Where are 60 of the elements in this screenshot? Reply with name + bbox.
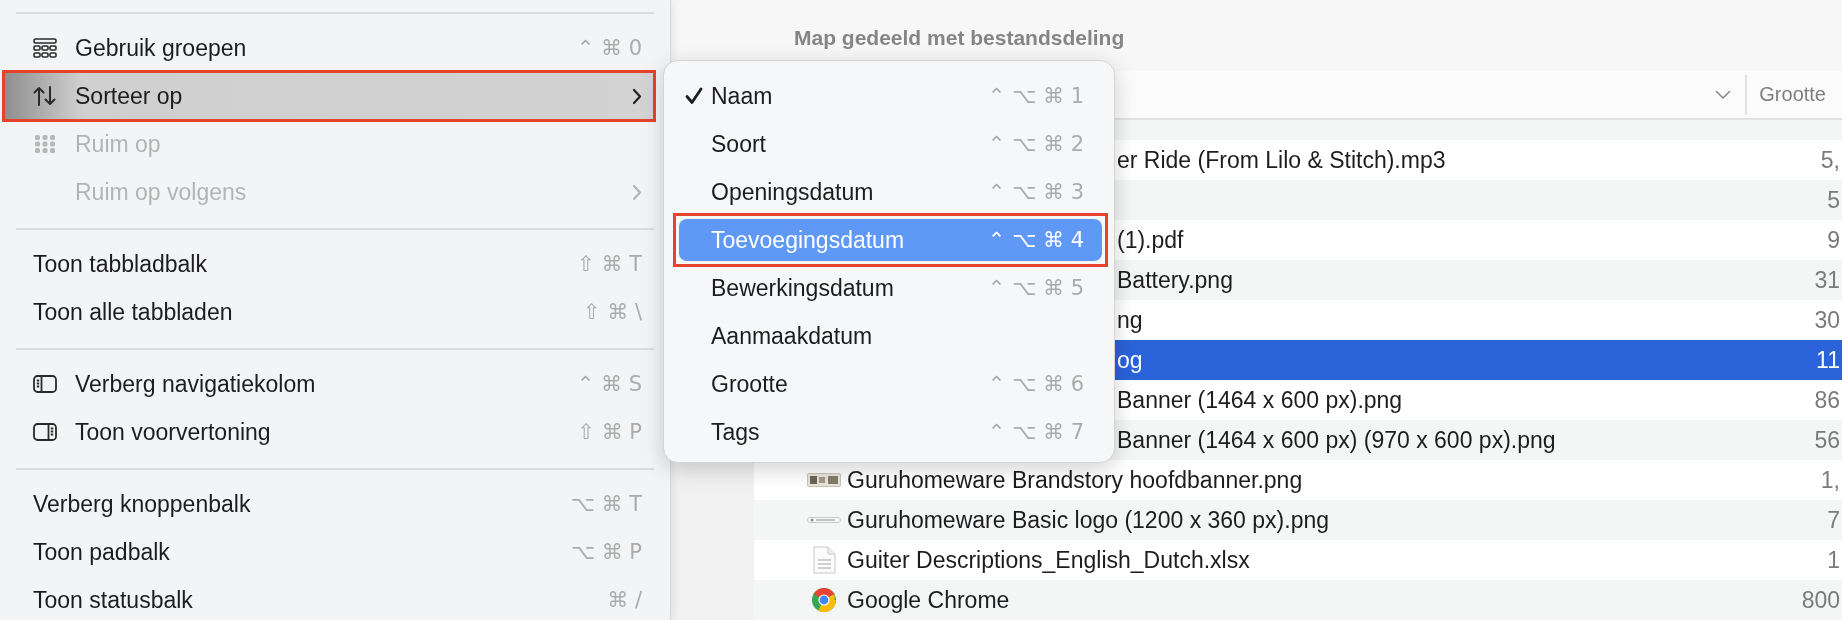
menu-item[interactable]: Verberg knoppenbalk ⌥ ⌘ T xyxy=(4,480,654,528)
file-name: Google Chrome xyxy=(847,586,1010,614)
file-size: 86 xyxy=(1814,386,1841,414)
file-name: Banner (1464 x 600 px) (970 x 600 px).png xyxy=(1117,426,1556,454)
keyboard-shortcut: ⌥ ⌘ T xyxy=(570,492,642,516)
file-size: 7 xyxy=(1827,506,1841,534)
sort-icon xyxy=(33,86,57,106)
keyboard-shortcut: ⌃ ⌘ S xyxy=(576,372,642,396)
menu-item[interactable]: Gebruik groepen ⌃ ⌘ 0 xyxy=(4,24,654,72)
keyboard-shortcut: ⌃ ⌥ ⌘ 7 xyxy=(987,420,1084,444)
menu-item[interactable]: Toon voorvertoning ⇧ ⌘ P xyxy=(4,408,654,456)
keyboard-shortcut: ⌃ ⌥ ⌘ 1 xyxy=(987,84,1084,108)
file-size: 5 xyxy=(1827,186,1841,214)
file-size: 9 xyxy=(1827,226,1841,254)
table-row[interactable]: Guruhomeware Basic logo (1200 x 360 px).png 7 xyxy=(754,500,1842,540)
file-name: (1).pdf xyxy=(1117,226,1184,254)
folder-title: Map gedeeld met bestandsdeling xyxy=(671,0,1842,72)
file-size: 30 xyxy=(1814,306,1841,334)
file-size: 5, xyxy=(1820,146,1841,174)
menu-item[interactable]: Verberg navigatiekolom ⌃ ⌘ S xyxy=(4,360,654,408)
keyboard-shortcut: ⌃ ⌥ ⌘ 3 xyxy=(987,180,1084,204)
keyboard-shortcut: ⌃ ⌘ 0 xyxy=(576,36,642,60)
menu-item[interactable]: Toon padbalk ⌥ ⌘ P xyxy=(4,528,654,576)
grid-icon xyxy=(33,134,57,154)
menu-item[interactable]: Toon statusbalk ⌘ / xyxy=(4,576,654,620)
file-name: ng xyxy=(1117,306,1143,334)
file-size: 31 xyxy=(1814,266,1841,294)
file-size: 56 xyxy=(1814,426,1841,454)
file-name: Battery.png xyxy=(1117,266,1233,294)
keyboard-shortcut: ⇧ ⌘ T xyxy=(577,252,642,276)
keyboard-shortcut: ⌥ ⌘ P xyxy=(570,540,642,564)
menu-item[interactable]: Sorteer op xyxy=(4,72,654,120)
file-size: 11 xyxy=(1816,346,1841,374)
thumbnail-icon xyxy=(807,517,841,523)
thumbnail-icon xyxy=(807,473,841,487)
file-size: 1, xyxy=(1820,466,1841,494)
keyboard-shortcut: ⌃ ⌥ ⌘ 4 xyxy=(987,228,1084,252)
keyboard-shortcut: ⌃ ⌥ ⌘ 5 xyxy=(987,276,1084,300)
chevron-down-icon xyxy=(1715,89,1732,100)
file-name: og xyxy=(1117,346,1143,374)
column-heading[interactable]: Grootte xyxy=(1759,83,1826,107)
file-name: Guruhomeware Basic logo (1200 x 360 px).png xyxy=(847,506,1329,534)
table-row[interactable]: Guiter Descriptions_English_Dutch.xlsx 1 xyxy=(754,540,1842,580)
table-row[interactable]: Guruhomeware Brandstory hoofdbanner.png 1, xyxy=(754,460,1842,500)
table-row[interactable]: Google Chrome 800 xyxy=(754,580,1842,620)
keyboard-shortcut: ⌘ / xyxy=(607,588,642,612)
menu-item[interactable]: Toon alle tabbladen ⇧ ⌘ \ xyxy=(4,288,654,336)
file-name: er Ride (From Lilo & Stitch).mp3 xyxy=(1117,146,1446,174)
file-size: 1 xyxy=(1827,546,1841,574)
menu-item[interactable]: Toon tabbladbalk ⇧ ⌘ T xyxy=(4,240,654,288)
keyboard-shortcut: ⇧ ⌘ P xyxy=(577,420,642,444)
keyboard-shortcut: ⇧ ⌘ \ xyxy=(582,300,642,324)
sidebar-icon xyxy=(33,374,57,394)
preview-panel-icon xyxy=(33,422,57,442)
menu-item[interactable]: Naam ⌃ ⌥ ⌘ 1 xyxy=(676,72,1105,120)
file-size: 800 xyxy=(1801,586,1841,614)
file-name: Guiter Descriptions_English_Dutch.xlsx xyxy=(847,546,1250,574)
group-grid-icon xyxy=(33,38,57,58)
file-name: Guruhomeware Brandstory hoofdbanner.png xyxy=(847,466,1303,494)
file-name: Banner (1464 x 600 px).png xyxy=(1117,386,1403,414)
